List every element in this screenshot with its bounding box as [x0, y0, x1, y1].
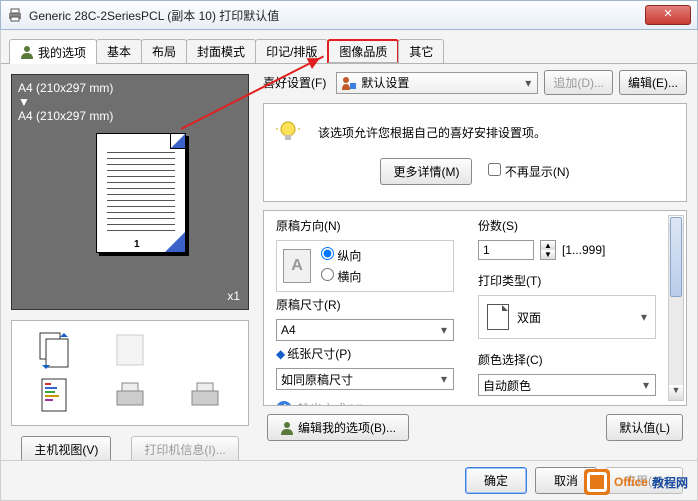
copies-input[interactable]: [478, 240, 534, 260]
preview-arrow-icon: ▼: [18, 95, 242, 109]
preview-page-number: 1: [134, 239, 140, 250]
copies-label: 份数(S): [478, 217, 656, 234]
preview-copy-count: x1: [227, 289, 240, 303]
tab-cover[interactable]: 封面模式: [186, 39, 256, 63]
printer-icon: [7, 7, 23, 23]
ok-button[interactable]: 确定: [465, 467, 527, 494]
tab-image-quality[interactable]: 图像品质: [327, 39, 399, 63]
title-bar: Generic 28C-2SeriesPCL (副本 10) 打印默认值 ✕: [0, 0, 698, 30]
window-title: Generic 28C-2SeriesPCL (副本 10) 打印默认值: [29, 7, 691, 24]
favorites-selected: 默认设置: [361, 74, 409, 91]
thumb-printer2-icon[interactable]: [186, 375, 224, 417]
duplex-page-icon: [487, 304, 509, 330]
orientation-portrait-radio[interactable]: 纵向: [321, 247, 361, 264]
original-size-select[interactable]: A4: [276, 319, 454, 341]
preview-size-from: A4 (210x297 mm): [18, 81, 242, 95]
dont-show-checkbox[interactable]: 不再显示(N): [488, 163, 569, 180]
favorites-add-button[interactable]: 追加(D)...: [544, 70, 613, 95]
thumb-printer1-icon[interactable]: [111, 375, 149, 417]
info-icon: i: [276, 401, 292, 407]
favorites-combo[interactable]: 默认设置: [336, 72, 538, 94]
thumb-blank2-icon[interactable]: [186, 329, 224, 371]
defaults-button[interactable]: 默认值(L): [606, 414, 683, 441]
copies-range: [1...999]: [562, 243, 605, 257]
print-type-select[interactable]: 双面 ▾: [478, 295, 656, 339]
output-method-label: 输出方式(M): [298, 400, 364, 406]
orientation-label: 原稿方向(N): [276, 217, 454, 234]
favorites-user-icon: [341, 76, 357, 90]
print-type-label: 打印类型(T): [478, 272, 656, 289]
orientation-landscape-radio[interactable]: 横向: [321, 268, 361, 285]
option-thumbnails: [11, 320, 249, 426]
tab-other[interactable]: 其它: [398, 39, 444, 63]
more-details-button[interactable]: 更多详情(M): [380, 158, 472, 185]
thumb-blank-icon[interactable]: [111, 329, 149, 371]
original-size-label: 原稿尺寸(R): [276, 296, 454, 313]
printer-info-button[interactable]: 打印机信息(I)...: [131, 436, 238, 463]
color-select[interactable]: 自动颜色: [478, 374, 656, 396]
tab-strip: 我的选项 基本 布局 封面模式 印记/排版 图像品质 其它: [1, 30, 697, 64]
hint-panel: 该选项允许您根据自己的喜好安排设置项。 更多详情(M) 不再显示(N): [263, 103, 687, 202]
orientation-icon: A: [283, 249, 311, 283]
tab-basic[interactable]: 基本: [96, 39, 142, 63]
host-view-button[interactable]: 主机视图(V): [21, 436, 111, 463]
thumb-duplex-icon[interactable]: [36, 329, 74, 371]
paper-size-label: ◆纸张尺寸(P): [276, 345, 454, 362]
color-label: 颜色选择(C): [478, 351, 656, 368]
page-preview: A4 (210x297 mm) ▼ A4 (210x297 mm) 1 x1: [11, 74, 249, 310]
preview-page: 1: [96, 133, 186, 253]
copies-spinner[interactable]: ▲▼: [540, 240, 556, 260]
user-icon: [20, 45, 34, 59]
edit-my-options-button[interactable]: 编辑我的选项(B)...: [267, 414, 409, 441]
vertical-scrollbar[interactable]: ▲▼: [668, 215, 684, 401]
paper-size-select[interactable]: 如同原稿尺寸: [276, 368, 454, 390]
settings-panel: ▲▼ 原稿方向(N) A 纵向 横向 原稿尺寸(R) A4: [263, 210, 687, 406]
tab-my-options[interactable]: 我的选项: [9, 39, 97, 64]
watermark-logo: Office教程网: [584, 469, 688, 495]
hint-text: 该选项允许您根据自己的喜好安排设置项。: [318, 124, 546, 141]
favorites-edit-button[interactable]: 编辑(E)...: [619, 70, 687, 95]
lightbulb-icon: [276, 120, 300, 144]
watermark-o-icon: [584, 469, 610, 495]
thumb-color-doc-icon[interactable]: [36, 375, 74, 417]
user-icon-small: [280, 421, 294, 435]
close-button[interactable]: ✕: [645, 5, 691, 25]
tab-layout[interactable]: 布局: [141, 39, 187, 63]
